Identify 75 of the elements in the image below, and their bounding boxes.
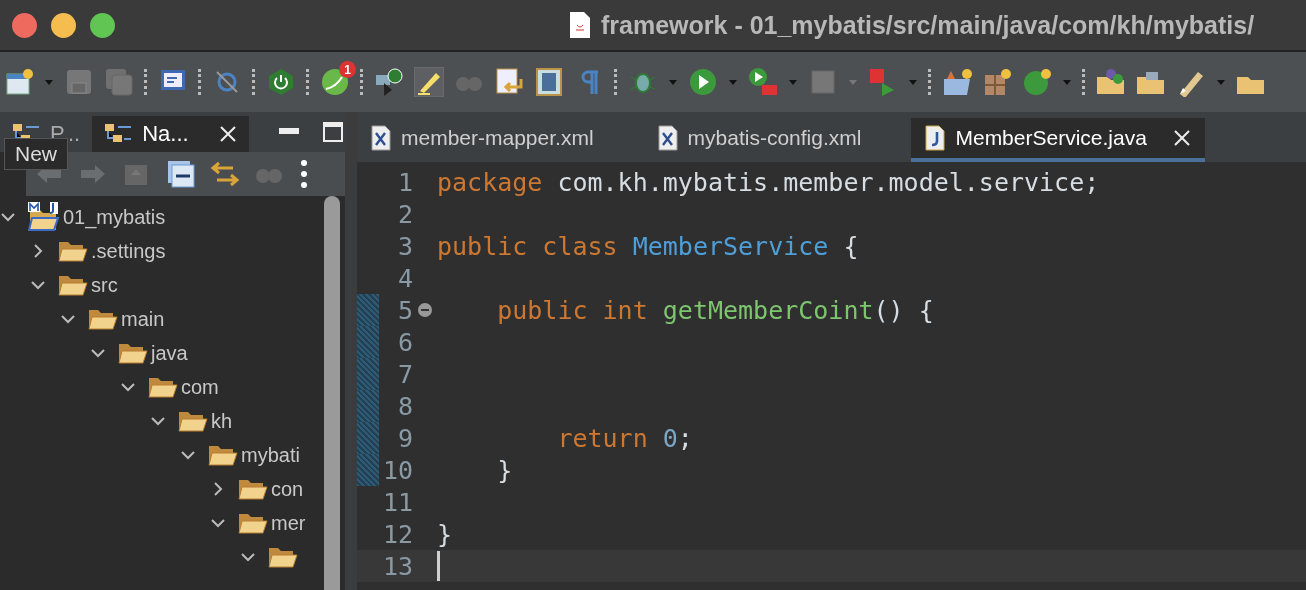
x-file-icon (657, 125, 678, 151)
line-number: 6 (396, 327, 413, 357)
folder-icon (238, 477, 268, 501)
editor-tab[interactable]: mybatis-config.xml (643, 118, 876, 162)
text-cursor (437, 551, 440, 581)
run-toolbox-icon[interactable] (748, 67, 778, 97)
close-button[interactable] (12, 12, 37, 38)
view-tab[interactable]: Na... (92, 116, 249, 152)
folder-icon (208, 443, 238, 467)
folder-icon (148, 375, 178, 399)
power-icon[interactable] (266, 67, 296, 97)
tree-item-label[interactable]: 01_mybatis (63, 205, 166, 229)
tree-item-label[interactable]: con (271, 477, 304, 501)
project-folder-icon (28, 202, 60, 232)
line-number: 13 (381, 551, 413, 581)
grid-plus-icon[interactable] (982, 67, 1012, 97)
highlighter-icon[interactable] (414, 67, 444, 97)
tree-item-label[interactable]: com (181, 375, 219, 399)
line-number: 5 (396, 295, 413, 325)
code-line: public class MemberService { (437, 231, 859, 261)
tree-item-label[interactable]: java (151, 341, 188, 365)
zoom-button[interactable] (90, 12, 115, 38)
line-number: 12 (381, 519, 413, 549)
line-number: 8 (396, 391, 413, 421)
code-line: package com.kh.mybatis.member.model.service; (437, 167, 1100, 197)
code-line: return 0; (556, 423, 693, 453)
folder-icon (238, 511, 268, 535)
minimize-icon[interactable] (278, 128, 299, 136)
editor-tab[interactable]: member-mapper.xml (357, 118, 608, 162)
folder-icon (118, 341, 148, 365)
folder-icon (268, 545, 298, 569)
tree-item-label[interactable]: mybati (241, 443, 300, 467)
line-number: 9 (396, 423, 413, 453)
minimize-button[interactable] (51, 12, 76, 38)
x-file-icon (371, 125, 391, 151)
line-number: 1 (396, 167, 413, 197)
document-arrow-icon[interactable] (494, 67, 524, 97)
open-folder-icon[interactable] (1096, 67, 1126, 97)
tooltip: New (4, 138, 68, 170)
window-title: framework - 01_mybatis/src/main/java/com/kh/mybatis/ (601, 10, 1255, 40)
document-icon (569, 11, 591, 39)
collapse-all-icon[interactable] (166, 159, 196, 189)
link-arrows-icon[interactable] (210, 159, 240, 189)
j-file-icon (925, 125, 946, 151)
maximize-icon[interactable] (322, 122, 343, 142)
folder-icon (178, 409, 208, 433)
tree-item-label[interactable]: .settings (91, 239, 166, 263)
line-number: 7 (396, 359, 413, 389)
leaf-icon[interactable] (320, 67, 350, 97)
folder-icon (88, 307, 118, 331)
line-number: 3 (396, 231, 413, 261)
code-line: } (437, 519, 453, 549)
tree-item-label[interactable]: src (91, 273, 118, 297)
folder-icon (58, 239, 88, 263)
tree-item-label[interactable]: main (121, 307, 165, 331)
scrollbar-thumb[interactable] (324, 196, 340, 590)
tree-icon (104, 123, 133, 145)
line-number: 4 (396, 263, 413, 293)
line-number: 11 (381, 487, 413, 517)
folder-icon (58, 273, 88, 297)
close-icon[interactable] (1172, 129, 1191, 147)
code-line: } (496, 455, 513, 485)
fold-icon[interactable] (417, 302, 433, 318)
tree-item-label[interactable]: kh (211, 409, 233, 433)
more-icon[interactable] (298, 159, 310, 189)
run-icon[interactable] (688, 67, 718, 97)
code-line: public int getMemberCoint() { (496, 295, 934, 325)
new-folder-icon[interactable] (942, 67, 972, 97)
new-window-icon[interactable] (4, 67, 34, 97)
editor-tab[interactable]: MemberService.java (911, 118, 1205, 162)
close-icon[interactable] (218, 125, 237, 143)
line-number: 10 (381, 455, 413, 485)
line-number: 2 (396, 199, 413, 229)
tree-item-label[interactable]: mer (271, 511, 306, 535)
notification-badge: 1 (339, 61, 356, 78)
